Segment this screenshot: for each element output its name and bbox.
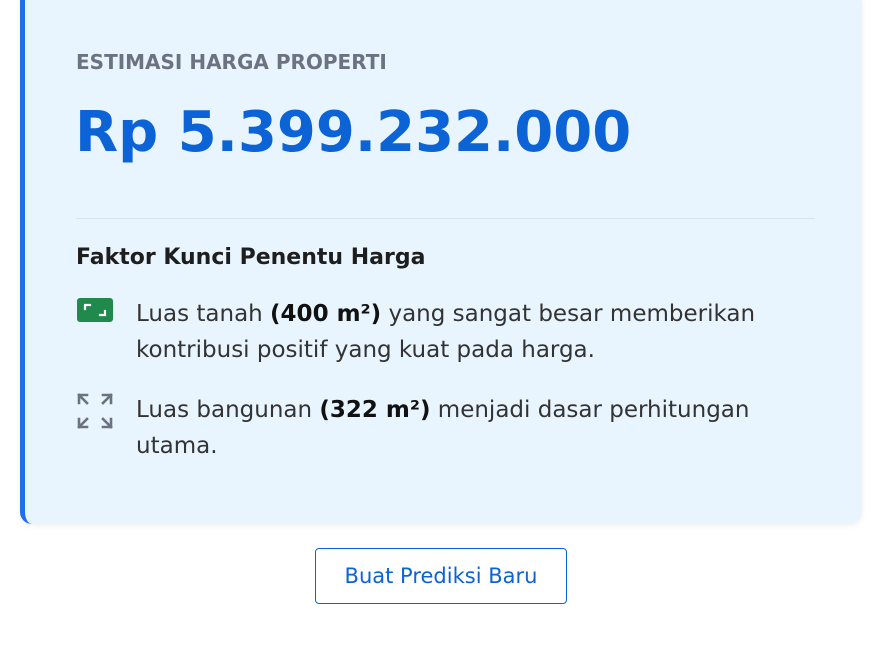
- factors-title: Faktor Kunci Penentu Harga: [76, 245, 426, 270]
- estimate-label: ESTIMASI HARGA PROPERTI: [76, 50, 387, 74]
- divider: [76, 218, 815, 219]
- page: ESTIMASI HARGA PROPERTI Rp 5.399.232.000…: [0, 0, 896, 663]
- factor-item-land-area: Luas tanah (400 m²) yang sangat besar me…: [76, 296, 806, 368]
- land-area-value: (400 m²): [270, 301, 382, 327]
- factor-item-building-area: Luas bangunan (322 m²) menjadi dasar per…: [76, 392, 806, 464]
- expand-arrows-icon: [76, 392, 114, 430]
- building-area-value: (322 m²): [319, 397, 431, 423]
- factor-text: Luas tanah (400 m²) yang sangat besar me…: [136, 296, 806, 368]
- factor-text-prefix: Luas bangunan: [136, 397, 320, 423]
- new-prediction-button[interactable]: Buat Prediksi Baru: [315, 548, 567, 604]
- land-area-icon: [76, 296, 114, 334]
- result-card: ESTIMASI HARGA PROPERTI Rp 5.399.232.000…: [20, 0, 862, 524]
- factor-text-prefix: Luas tanah: [136, 301, 271, 327]
- factor-text: Luas bangunan (322 m²) menjadi dasar per…: [136, 392, 806, 464]
- estimated-price: Rp 5.399.232.000: [75, 100, 632, 165]
